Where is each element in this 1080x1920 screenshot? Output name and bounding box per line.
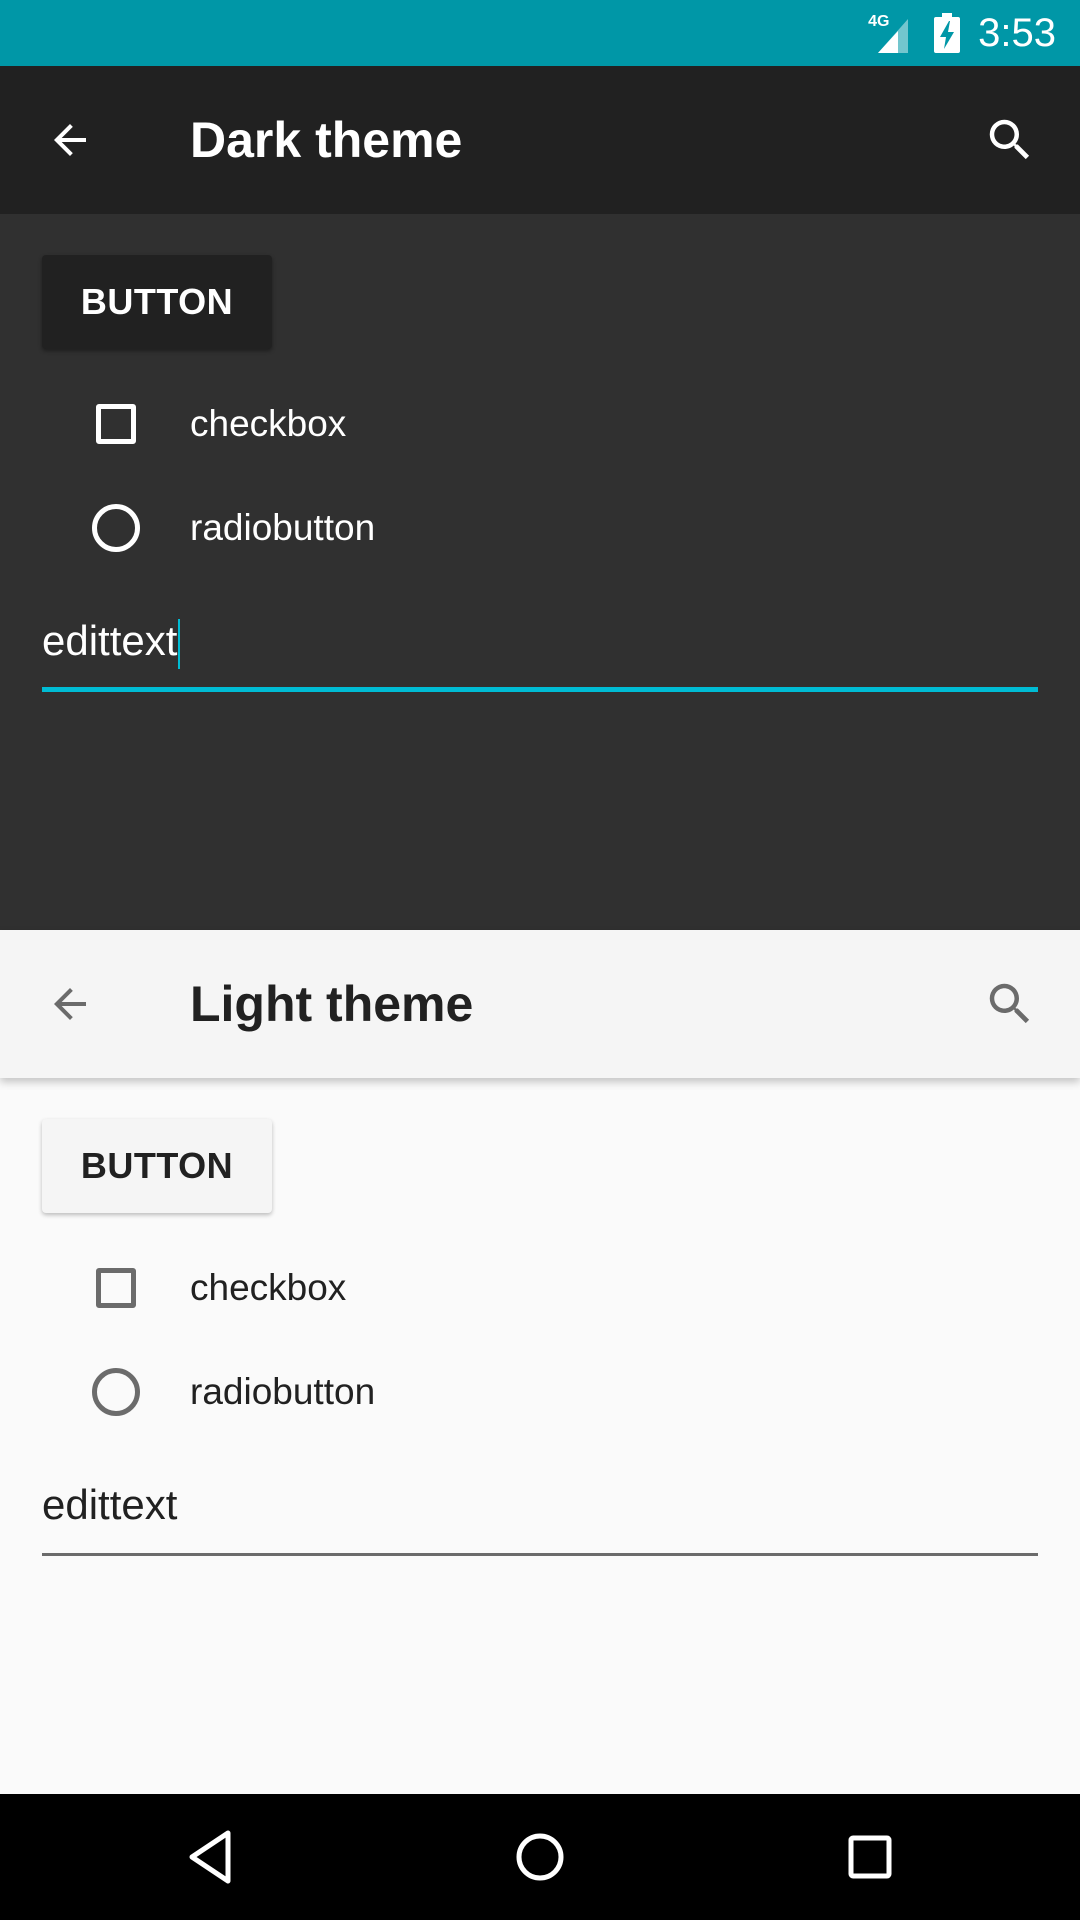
battery-charging-icon (934, 13, 961, 53)
light-back-button[interactable] (40, 974, 100, 1034)
network-type-label: 4G (868, 13, 890, 30)
search-icon (989, 119, 1030, 160)
navigation-bar (0, 1794, 1080, 1920)
checkbox-unchecked-icon (96, 404, 136, 444)
dark-toolbar-title: Dark theme (190, 112, 463, 168)
light-toolbar-title: Light theme (190, 976, 474, 1032)
arrow-back-icon (54, 124, 86, 156)
light-radio-label: radiobutton (190, 1371, 376, 1412)
screen: 4G 3:53 Dark theme BUTTON checkbox radio… (0, 0, 1080, 1920)
dark-theme-panel: Dark theme BUTTON checkbox radiobutton e… (0, 66, 1080, 930)
signal-icon: 4G (868, 13, 916, 53)
nav-recents-icon (848, 1835, 892, 1879)
dark-radio-label: radiobutton (190, 507, 376, 548)
dark-search-button[interactable] (980, 110, 1040, 170)
nav-home-icon (516, 1833, 564, 1881)
dark-checkbox[interactable]: checkbox (88, 394, 788, 454)
nav-home-button[interactable] (500, 1817, 580, 1897)
nav-back-button[interactable] (170, 1817, 250, 1897)
light-radio-button[interactable]: radiobutton (88, 1362, 788, 1422)
dark-checkbox-label: checkbox (190, 403, 347, 444)
text-cursor (178, 618, 181, 669)
light-button[interactable]: BUTTON (42, 1119, 272, 1213)
light-checkbox-label: checkbox (190, 1267, 347, 1308)
dark-edittext-value: edittext (42, 617, 178, 664)
radio-unselected-icon (92, 504, 140, 552)
nav-recents-button[interactable] (830, 1817, 910, 1897)
dark-edittext-underline (42, 687, 1038, 692)
dark-radio-control[interactable] (88, 500, 144, 556)
light-search-button[interactable] (980, 974, 1040, 1034)
light-edittext-underline (42, 1553, 1038, 1556)
dark-button[interactable]: BUTTON (42, 255, 272, 349)
radio-unselected-icon (92, 1368, 140, 1416)
light-theme-panel: Light theme BUTTON checkbox radiobutton … (0, 930, 1080, 1794)
clock: 3:53 (978, 11, 1056, 55)
checkbox-unchecked-icon (96, 1268, 136, 1308)
status-bar: 4G 3:53 (0, 0, 1080, 66)
light-edittext[interactable]: edittext (42, 1460, 1038, 1556)
dark-toolbar: Dark theme (0, 66, 1080, 214)
light-toolbar: Light theme (0, 930, 1080, 1078)
arrow-back-icon (54, 988, 86, 1020)
search-icon (989, 983, 1030, 1024)
dark-edittext-content: edittext (42, 596, 181, 686)
dark-checkbox-control[interactable] (88, 396, 144, 452)
dark-edittext[interactable]: edittext (42, 596, 1038, 692)
light-edittext-value: edittext (42, 1481, 178, 1528)
light-checkbox[interactable]: checkbox (88, 1258, 788, 1318)
light-radio-control[interactable] (88, 1364, 144, 1420)
light-checkbox-control[interactable] (88, 1260, 144, 1316)
dark-radio-button[interactable]: radiobutton (88, 498, 788, 558)
nav-back-icon (189, 1830, 231, 1884)
dark-back-button[interactable] (40, 110, 100, 170)
